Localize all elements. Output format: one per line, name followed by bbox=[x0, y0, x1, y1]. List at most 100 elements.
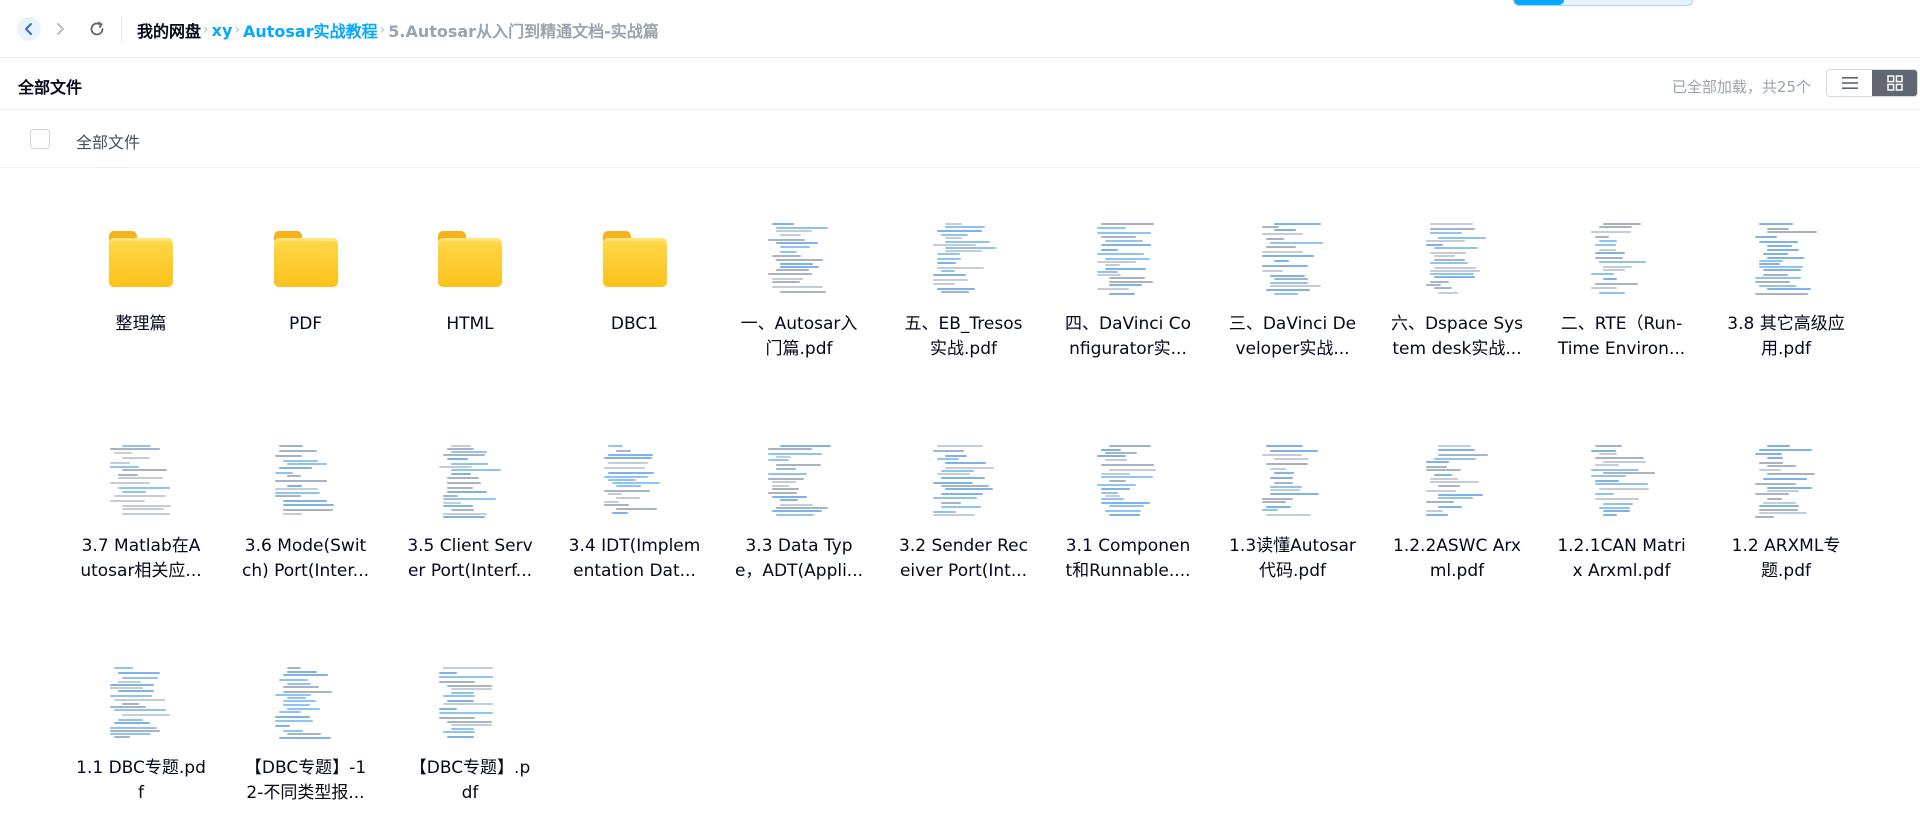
item-name-line2: 实战.pdf bbox=[930, 339, 997, 359]
title-row: 全部文件 已全部加载，共25个 bbox=[0, 58, 1920, 110]
item-name: 3.2 Sender Rec eiver Port(Int... bbox=[889, 534, 1039, 584]
item-thumbnail bbox=[1091, 440, 1165, 522]
file-item[interactable]: 三、DaVinci De veloper实战... bbox=[1218, 168, 1368, 359]
item-name-line1: 【DBC专题】-1 bbox=[244, 758, 367, 778]
item-name-line1: 1.1 DBC专题.pd bbox=[76, 758, 206, 778]
pdf-thumbnail-icon bbox=[1422, 219, 1492, 299]
list-header: 全部文件 bbox=[0, 110, 1920, 168]
item-name: 整理篇 bbox=[66, 312, 216, 337]
item-name: 3.6 Mode(Swit ch) Port(Inter... bbox=[231, 534, 381, 584]
item-name: 3.3 Data Typ e，ADT(Appli... bbox=[724, 534, 874, 584]
item-name-line1: 一、Autosar入 bbox=[740, 314, 858, 334]
folder-item[interactable]: 整理篇 bbox=[66, 168, 216, 334]
file-item[interactable]: 1.3读懂Autosar 代码.pdf bbox=[1218, 390, 1368, 581]
item-name-line1: 3.8 其它高级应 bbox=[1727, 314, 1845, 334]
item-name-line1: 1.2 ARXML专 bbox=[1731, 536, 1841, 556]
file-item[interactable]: 五、EB_Tresos 实战.pdf bbox=[889, 168, 1039, 359]
item-name-line1: 1.3读懂Autosar bbox=[1229, 536, 1356, 556]
file-item[interactable]: 一、Autosar入 门篇.pdf bbox=[724, 168, 874, 359]
breadcrumb-item[interactable]: 我的网盘 bbox=[137, 18, 201, 42]
file-item[interactable]: 1.2 ARXML专 题.pdf bbox=[1711, 390, 1861, 581]
file-item[interactable]: 1.2.1CAN Matri x Arxml.pdf bbox=[1547, 390, 1697, 581]
item-thumbnail bbox=[269, 662, 343, 744]
file-item[interactable]: 3.4 IDT(Implem entation Dat... bbox=[560, 390, 710, 581]
item-thumbnail bbox=[104, 440, 178, 522]
breadcrumb-separator: › bbox=[203, 22, 209, 38]
item-name: 三、DaVinci De veloper实战... bbox=[1218, 312, 1368, 362]
pdf-thumbnail-icon bbox=[1257, 219, 1328, 299]
item-name: 1.3读懂Autosar 代码.pdf bbox=[1218, 534, 1368, 584]
list-view-button[interactable] bbox=[1827, 70, 1872, 96]
file-item[interactable]: 3.1 Componen t和Runnable.... bbox=[1053, 390, 1203, 581]
folder-item[interactable]: PDF bbox=[231, 168, 381, 334]
item-thumbnail bbox=[433, 440, 507, 522]
breadcrumb-item[interactable]: xy bbox=[212, 21, 233, 40]
file-item[interactable]: 1.2.2ASWC Arx ml.pdf bbox=[1382, 390, 1532, 581]
item-name-line2: nfigurator实... bbox=[1069, 339, 1187, 359]
item-name-line1: 3.4 IDT(Implem bbox=[568, 536, 701, 556]
pdf-thumbnail-icon bbox=[1093, 441, 1163, 521]
file-item[interactable]: 【DBC专题】.p df bbox=[395, 612, 545, 803]
pdf-thumbnail-icon bbox=[106, 663, 176, 743]
item-name-line1: 三、DaVinci De bbox=[1228, 314, 1357, 334]
item-name-line2: 代码.pdf bbox=[1259, 561, 1326, 581]
item-name-line1: 六、Dspace Sys bbox=[1390, 314, 1524, 334]
back-button[interactable] bbox=[17, 17, 41, 41]
file-item[interactable]: 1.1 DBC专题.pd f bbox=[66, 612, 216, 803]
pdf-thumbnail-icon bbox=[1257, 441, 1328, 521]
item-name-line1: 3.3 Data Typ bbox=[745, 536, 853, 556]
item-thumbnail bbox=[1420, 218, 1494, 300]
item-name: HTML bbox=[395, 312, 545, 337]
file-item[interactable]: 3.3 Data Typ e，ADT(Appli... bbox=[724, 390, 874, 581]
file-item[interactable]: 四、DaVinci Co nfigurator实... bbox=[1053, 168, 1203, 359]
top-progress-indicator bbox=[1513, 0, 1693, 6]
grid-view-button[interactable] bbox=[1872, 70, 1917, 96]
breadcrumb-item: 5.Autosar从入门到精通文档-实战篇 bbox=[388, 22, 659, 41]
breadcrumb-item[interactable]: Autosar实战教程 bbox=[243, 18, 378, 42]
breadcrumb-separator: › bbox=[379, 22, 386, 38]
item-name-line2: ml.pdf bbox=[1429, 561, 1485, 581]
breadcrumb: 我的网盘 › xy › Autosar实战教程 › 5.Autosar从入门到精通文档-实战… bbox=[137, 18, 659, 42]
item-name: 3.7 Matlab在A utosar相关应... bbox=[66, 534, 216, 584]
pdf-thumbnail-icon bbox=[928, 441, 999, 521]
item-thumbnail bbox=[1749, 218, 1823, 300]
item-name-line2: f bbox=[138, 783, 144, 803]
file-item[interactable]: 3.6 Mode(Swit ch) Port(Inter... bbox=[231, 390, 381, 581]
item-name: PDF bbox=[231, 312, 381, 337]
item-name-line1: DBC1 bbox=[610, 314, 659, 334]
grid-view-icon bbox=[1886, 75, 1903, 91]
item-thumbnail bbox=[762, 440, 836, 522]
file-item[interactable]: 3.8 其它高级应 用.pdf bbox=[1711, 168, 1861, 359]
item-thumbnail bbox=[1256, 440, 1330, 522]
pdf-thumbnail-icon bbox=[599, 441, 670, 521]
item-name-line2: 题.pdf bbox=[1761, 561, 1811, 581]
forward-button[interactable] bbox=[48, 17, 72, 41]
refresh-icon bbox=[90, 21, 104, 36]
item-thumbnail bbox=[269, 440, 343, 522]
pdf-thumbnail-icon bbox=[1586, 441, 1657, 521]
folder-item[interactable]: HTML bbox=[395, 168, 545, 334]
refresh-button[interactable] bbox=[85, 17, 109, 41]
file-item[interactable]: 3.5 Client Serv er Port(Interf... bbox=[395, 390, 545, 581]
item-thumbnail bbox=[1585, 440, 1659, 522]
folder-icon bbox=[273, 231, 338, 287]
item-name: 二、RTE（Run- Time Environ... bbox=[1547, 312, 1697, 362]
select-all-checkbox[interactable] bbox=[30, 129, 50, 149]
pdf-thumbnail-icon bbox=[1751, 219, 1821, 299]
item-name: 1.1 DBC专题.pd f bbox=[66, 756, 216, 806]
file-item[interactable]: 3.2 Sender Rec eiver Port(Int... bbox=[889, 390, 1039, 581]
file-item[interactable]: 【DBC专题】-1 2-不同类型报... bbox=[231, 612, 381, 803]
file-item[interactable]: 二、RTE（Run- Time Environ... bbox=[1547, 168, 1697, 359]
folder-item[interactable]: DBC1 bbox=[560, 168, 710, 334]
page-title: 全部文件 bbox=[18, 78, 83, 97]
file-item[interactable]: 六、Dspace Sys tem desk实战... bbox=[1382, 168, 1532, 359]
item-name-line1: 【DBC专题】.p bbox=[409, 758, 531, 778]
file-item[interactable]: 3.7 Matlab在A utosar相关应... bbox=[66, 390, 216, 581]
chevron-left-icon bbox=[25, 23, 32, 35]
item-name-line1: 3.5 Client Serv bbox=[407, 536, 533, 556]
item-name: 1.2.2ASWC Arx ml.pdf bbox=[1382, 534, 1532, 584]
folder-icon bbox=[438, 231, 502, 287]
pdf-thumbnail-icon bbox=[764, 219, 834, 299]
item-name-line2: 用.pdf bbox=[1761, 339, 1811, 359]
item-name-line1: 四、DaVinci Co bbox=[1064, 314, 1191, 334]
